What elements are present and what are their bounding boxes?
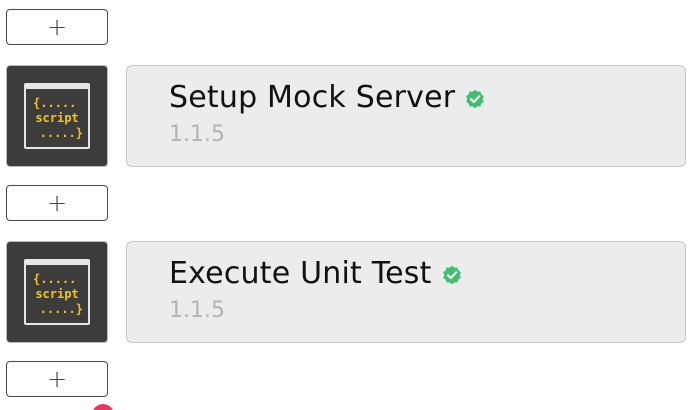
script-icon-frame: {..... script .....} [24, 259, 90, 325]
alert-dot-icon[interactable] [92, 404, 114, 410]
plus-icon: + [46, 365, 68, 393]
step-title-row: Execute Unit Test [169, 256, 462, 291]
add-step-button[interactable]: + [6, 185, 108, 221]
script-icon-text-bottom: .....} [39, 301, 83, 316]
step-card[interactable]: Execute Unit Test 1.1.5 [126, 241, 686, 343]
workflow-editor: + {..... script .....} Setup Mock Server… [0, 0, 696, 410]
step-title: Setup Mock Server [169, 80, 456, 115]
step-version: 1.1.5 [169, 298, 225, 323]
step-card[interactable]: Setup Mock Server 1.1.5 [126, 65, 686, 167]
step-version: 1.1.5 [169, 122, 225, 147]
verified-badge-icon [442, 265, 462, 285]
add-step-button[interactable]: + [6, 361, 108, 397]
workflow-step: {..... script .....} Execute Unit Test 1… [6, 241, 686, 343]
plus-icon: + [46, 13, 68, 41]
script-icon-text-middle: script [35, 286, 79, 301]
plus-icon: + [46, 189, 68, 217]
script-icon[interactable]: {..... script .....} [6, 241, 108, 343]
step-title-row: Setup Mock Server [169, 80, 485, 115]
verified-badge-icon [465, 89, 485, 109]
script-icon-text-top: {..... [33, 95, 77, 110]
script-icon-text-top: {..... [33, 271, 77, 286]
script-icon-text-bottom: .....} [39, 125, 83, 140]
script-icon[interactable]: {..... script .....} [6, 65, 108, 167]
add-step-button[interactable]: + [6, 9, 108, 45]
script-icon-frame: {..... script .....} [24, 83, 90, 149]
script-icon-text-middle: script [35, 110, 79, 125]
step-title: Execute Unit Test [169, 256, 432, 291]
workflow-step: {..... script .....} Setup Mock Server 1… [6, 65, 686, 167]
